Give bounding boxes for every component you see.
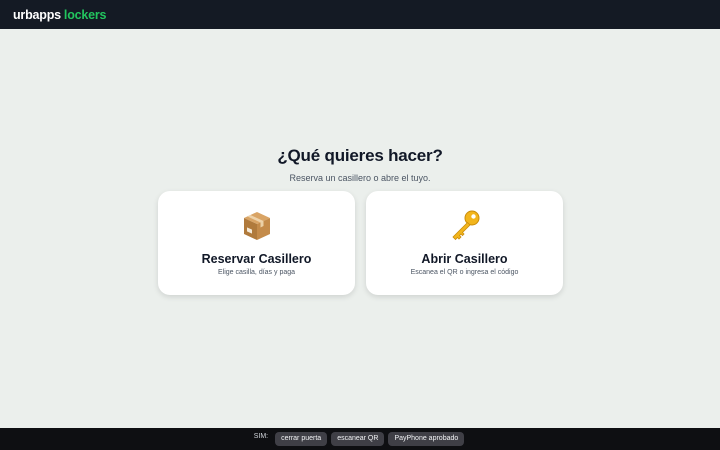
package-box-icon [158, 210, 355, 242]
simulation-bar: SIM: cerrar puerta escanear QR PayPhone … [0, 428, 720, 450]
reserve-locker-card[interactable]: Reservar Casillero Elige casilla, días y… [158, 191, 355, 295]
brand-product: lockers [63, 7, 107, 22]
sim-payphone-approved-button[interactable]: PayPhone aprobado [388, 432, 465, 446]
reserve-locker-title: Reservar Casillero [201, 252, 312, 266]
open-locker-card[interactable]: Abrir Casillero Escanea el QR o ingresa … [366, 191, 563, 295]
brand-name: urbapps [13, 7, 61, 22]
open-locker-title: Abrir Casillero [421, 252, 508, 266]
brand-logo: urbapps lockers [13, 7, 107, 22]
open-locker-subtitle: Escanea el QR o ingresa el código [410, 269, 519, 276]
top-bar: urbapps lockers [0, 0, 720, 29]
sim-scan-qr-button[interactable]: escanear QR [331, 432, 385, 446]
hero: ¿Qué quieres hacer? Reserva un casillero… [0, 145, 720, 184]
page-title: ¿Qué quieres hacer? [277, 146, 443, 165]
sim-close-door-button[interactable]: cerrar puerta [275, 432, 328, 446]
page-subtitle: Reserva un casillero o abre el tuyo. [289, 173, 431, 183]
key-icon [366, 210, 563, 242]
reserve-locker-subtitle: Elige casilla, días y paga [217, 269, 296, 276]
sim-label: SIM: [253, 432, 269, 440]
